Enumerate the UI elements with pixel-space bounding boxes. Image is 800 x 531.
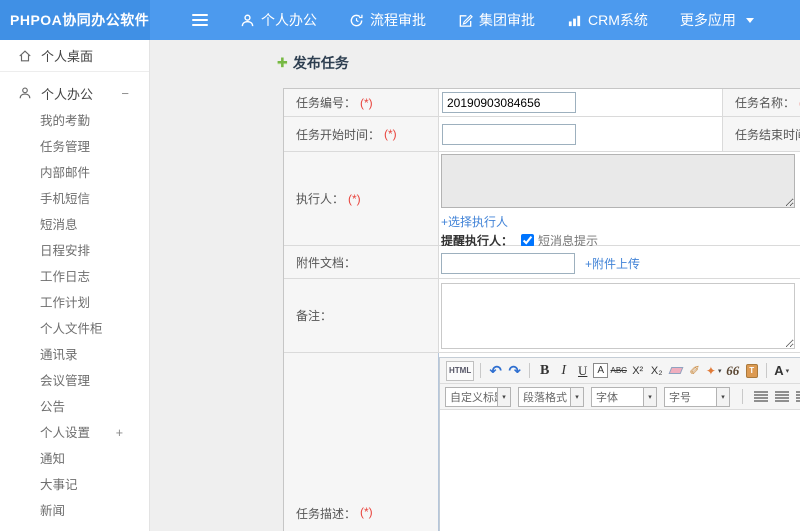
- attachment-input[interactable]: [441, 252, 575, 274]
- chevron-down-icon: ▾: [570, 387, 583, 406]
- remark-textarea[interactable]: [441, 283, 795, 349]
- bold-button[interactable]: B: [536, 361, 553, 381]
- font-size-dropdown[interactable]: 字号 ▾: [664, 386, 730, 407]
- executor-label: 执行人：: [296, 192, 345, 206]
- description-label: 任务描述：: [296, 507, 357, 521]
- end-time-label: 任务结束时间：: [735, 127, 800, 142]
- required-mark: (*): [384, 127, 397, 141]
- align-center-icon[interactable]: [775, 391, 789, 402]
- italic-button[interactable]: I: [555, 361, 572, 381]
- nav-workflow-approval[interactable]: 流程审批: [349, 10, 426, 30]
- attachment-label: 附件文档：: [296, 255, 357, 270]
- font-color-button[interactable]: A ▾: [773, 361, 790, 381]
- chevron-down-icon: [745, 17, 754, 23]
- executor-textarea[interactable]: [441, 154, 795, 208]
- redo-icon[interactable]: ↷: [506, 361, 523, 381]
- strikethrough-button[interactable]: ABC: [610, 361, 627, 381]
- sidebar-item-sms[interactable]: 手机短信: [0, 186, 149, 212]
- menu-toggle-icon[interactable]: [192, 11, 208, 29]
- sidebar-item-internal-mail[interactable]: 内部邮件: [0, 160, 149, 186]
- html-source-button[interactable]: HTML: [446, 360, 475, 381]
- edit-square-icon: [458, 13, 479, 28]
- editor-content-area[interactable]: [440, 410, 800, 531]
- custom-heading-dropdown[interactable]: 自定义标题 ▾: [445, 386, 511, 407]
- top-header: PHPOA协同办公软件 个人办公 流程审批 集团审批 CRM系统 更多应用: [0, 0, 800, 40]
- font-style-button[interactable]: A: [593, 363, 609, 378]
- nav-group-approval[interactable]: 集团审批: [458, 10, 535, 30]
- sidebar-item-news[interactable]: 新闻: [0, 498, 149, 524]
- chevron-down-icon: ▾: [716, 387, 729, 406]
- superscript-button[interactable]: X²: [629, 361, 646, 381]
- sidebar-item-task-management[interactable]: 任务管理: [0, 134, 149, 160]
- align-right-icon[interactable]: [796, 391, 800, 402]
- nav-crm-system[interactable]: CRM系统: [567, 10, 648, 30]
- task-number-row: 任务编号： (*) 任务名称： (*): [284, 89, 800, 117]
- sidebar-item-schedule[interactable]: 日程安排: [0, 238, 149, 264]
- person-icon: [240, 13, 261, 28]
- editor-toolbar-row1: HTML ↶ ↷ B I U A ABC X² X₂ ✐ ✦ ▾ 66 T A …: [440, 358, 800, 384]
- main-content: ✚ 发布任务 任务编号： (*) 任务名称： (*) 任务开始时间： (*): [150, 40, 800, 531]
- sidebar-item-attendance[interactable]: 我的考勤: [0, 108, 149, 134]
- collapse-minus-icon[interactable]: −: [121, 86, 129, 101]
- sidebar-item-file-cabinet[interactable]: 个人文件柜: [0, 316, 149, 342]
- sidebar-item-announcement[interactable]: 公告: [0, 394, 149, 420]
- sidebar-item-milestones[interactable]: 大事记: [0, 472, 149, 498]
- format-magic-icon[interactable]: ✦ ▾: [705, 361, 722, 381]
- sidebar-item-short-message[interactable]: 短消息: [0, 212, 149, 238]
- executor-row: 执行人： (*) +选择执行人 提醒执行人： 短消息提示: [284, 152, 800, 248]
- sidebar-section-personal-office[interactable]: 个人办公 −: [0, 78, 149, 108]
- task-number-label: 任务编号：: [296, 96, 357, 110]
- task-name-label: 任务名称：: [735, 96, 796, 110]
- task-number-input[interactable]: [442, 92, 576, 113]
- sidebar-item-work-log[interactable]: 工作日志: [0, 264, 149, 290]
- bar-chart-icon: [567, 13, 588, 28]
- rich-text-editor: HTML ↶ ↷ B I U A ABC X² X₂ ✐ ✦ ▾ 66 T A …: [439, 357, 800, 531]
- attachment-upload-link[interactable]: +附件上传: [585, 255, 640, 272]
- sidebar-item-work-plan[interactable]: 工作计划: [0, 290, 149, 316]
- start-time-row: 任务开始时间： (*) 任务结束时间： (*): [284, 117, 800, 152]
- undo-icon[interactable]: ↶: [487, 361, 504, 381]
- app-logo: PHPOA协同办公软件: [0, 0, 150, 40]
- sidebar-item-notice[interactable]: 通知: [0, 446, 149, 472]
- plus-icon: ✚: [277, 55, 288, 70]
- nav-personal-office[interactable]: 个人办公: [240, 10, 317, 30]
- select-executor-link[interactable]: +选择执行人: [441, 213, 800, 230]
- remark-label: 备注：: [296, 309, 333, 323]
- paste-text-icon[interactable]: T: [743, 361, 760, 381]
- expand-plus-icon[interactable]: +: [116, 420, 123, 446]
- sidebar-item-address-book[interactable]: 通讯录: [0, 342, 149, 368]
- home-icon: [18, 49, 32, 63]
- chevron-down-icon: ▾: [497, 387, 510, 406]
- attachment-row: 附件文档： +附件上传: [284, 246, 800, 279]
- start-time-label: 任务开始时间：: [296, 127, 381, 142]
- nav-more-apps[interactable]: 更多应用: [680, 10, 754, 30]
- person-icon: [18, 86, 32, 100]
- description-row: 任务描述： (*) HTML ↶ ↷ B I U A ABC X² X₂ ✐ ✦…: [284, 353, 800, 531]
- page-title: ✚ 发布任务: [277, 55, 349, 71]
- format-brush-icon[interactable]: ✐: [686, 361, 703, 381]
- sidebar-item-desktop[interactable]: 个人桌面: [0, 40, 149, 72]
- paragraph-format-dropdown[interactable]: 段落格式 ▾: [518, 386, 584, 407]
- remark-row: 备注：: [284, 279, 800, 353]
- blockquote-button[interactable]: 66: [724, 361, 741, 381]
- chevron-down-icon: ▾: [643, 387, 656, 406]
- sidebar-item-personal-settings[interactable]: 个人设置 +: [0, 420, 149, 446]
- editor-toolbar-row2: 自定义标题 ▾ 段落格式 ▾ 字体 ▾ 字号 ▾: [440, 384, 800, 410]
- sidebar: 个人桌面 个人办公 − 我的考勤 任务管理 内部邮件 手机短信 短消息 日程安排…: [0, 40, 150, 531]
- sidebar-item-meeting[interactable]: 会议管理: [0, 368, 149, 394]
- align-left-icon[interactable]: [754, 391, 768, 402]
- start-time-input[interactable]: [442, 123, 576, 145]
- subscript-button[interactable]: X₂: [648, 361, 665, 381]
- required-mark: (*): [360, 95, 373, 110]
- top-navigation: 个人办公 流程审批 集团审批 CRM系统 更多应用: [150, 0, 800, 40]
- publish-task-form: 任务编号： (*) 任务名称： (*) 任务开始时间： (*) 任务结束时间：: [283, 88, 800, 531]
- required-mark: (*): [348, 191, 361, 206]
- required-mark: (*): [360, 505, 373, 519]
- process-clock-icon: [349, 13, 370, 28]
- eraser-icon[interactable]: [667, 361, 684, 381]
- font-family-dropdown[interactable]: 字体 ▾: [591, 386, 657, 407]
- underline-button[interactable]: U: [574, 361, 591, 381]
